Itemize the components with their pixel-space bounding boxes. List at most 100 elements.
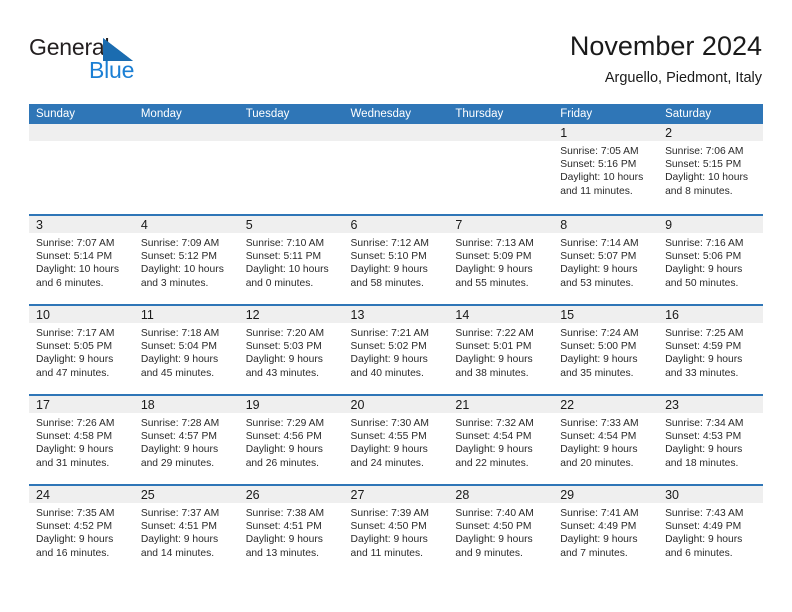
day-cell-15[interactable]: 15 Sunrise: 7:24 AM Sunset: 5:00 PM Dayligh…: [553, 306, 659, 394]
day-cell-25[interactable]: 25 Sunrise: 7:37 AM Sunset: 4:51 PM Dayligh…: [133, 486, 239, 574]
day-info-line: Daylight: 9 hours: [245, 534, 323, 546]
day-number: 30: [665, 488, 679, 502]
day-cell-14[interactable]: 14 Sunrise: 7:22 AM Sunset: 5:01 PM Dayligh…: [448, 306, 554, 394]
calendar-week-row: 10 Sunrise: 7:17 AM Sunset: 5:05 PM Dayligh…: [29, 304, 763, 394]
day-cell-empty: [133, 124, 239, 212]
day-info-line: Daylight: 9 hours: [560, 444, 638, 456]
day-info-line: Sunrise: 7:10 AM: [245, 238, 325, 249]
day-info-line: Sunrise: 7:28 AM: [140, 418, 220, 429]
day-info-line: Daylight: 10 hours: [560, 172, 644, 184]
day-info-line: and 55 minutes.: [455, 277, 529, 289]
day-info-line: Daylight: 9 hours: [560, 264, 638, 276]
day-cell-12[interactable]: 12 Sunrise: 7:20 AM Sunset: 5:03 PM Dayligh…: [238, 306, 344, 394]
day-number-strip: 19: [238, 396, 344, 413]
day-info-line: Daylight: 9 hours: [560, 354, 638, 366]
day-info-line: Sunset: 4:55 PM: [350, 431, 427, 443]
day-number-strip: 14: [448, 306, 554, 323]
day-info-line: Sunrise: 7:24 AM: [560, 328, 639, 339]
day-info-line: and 7 minutes.: [560, 547, 628, 559]
calendar-grid: Sunday Monday Tuesday Wednesday Thursday Frid…: [29, 104, 763, 574]
day-info-line: and 50 minutes.: [665, 277, 739, 289]
page-subtitle: Arguello, Piedmont, Italy: [604, 70, 762, 86]
day-cell-22[interactable]: 22 Sunrise: 7:33 AM Sunset: 4:54 PM Dayligh…: [553, 396, 659, 484]
day-cell-17[interactable]: 17 Sunrise: 7:26 AM Sunset: 4:58 PM Dayligh…: [29, 396, 134, 484]
day-cell-28[interactable]: 28 Sunrise: 7:40 AM Sunset: 4:50 PM Dayligh…: [448, 486, 554, 574]
day-cell-13[interactable]: 13 Sunrise: 7:21 AM Sunset: 5:02 PM Dayligh…: [343, 306, 449, 394]
day-info-line: Sunset: 5:02 PM: [350, 341, 427, 353]
day-info-line: and 43 minutes.: [245, 367, 319, 379]
day-cell-4[interactable]: 4 Sunrise: 7:09 AM Sunset: 5:12 PM Daylight…: [133, 216, 239, 304]
day-info-line: Sunrise: 7:29 AM: [245, 418, 325, 429]
day-cell-body: Sunrise: 7:43 AM Sunset: 4:49 PM Daylight:…: [658, 503, 763, 560]
day-info-line: and 13 minutes.: [245, 547, 319, 559]
day-info-line: Sunrise: 7:32 AM: [455, 418, 534, 429]
day-number: 10: [36, 308, 50, 322]
day-info-line: and 9 minutes.: [455, 547, 523, 559]
day-number-strip: 4: [133, 216, 239, 233]
day-info-line: Daylight: 9 hours: [455, 264, 533, 276]
day-info-line: Daylight: 10 hours: [665, 172, 749, 184]
day-info-line: Daylight: 9 hours: [455, 354, 533, 366]
day-cell-body: Sunrise: 7:30 AM Sunset: 4:55 PM Daylight:…: [344, 413, 449, 470]
day-cell-empty: [238, 124, 344, 212]
day-number: 5: [245, 218, 253, 232]
day-cell-body: Sunrise: 7:32 AM Sunset: 4:54 PM Daylight:…: [448, 413, 553, 470]
day-cell-7[interactable]: 7 Sunrise: 7:13 AM Sunset: 5:09 PM Daylight…: [448, 216, 554, 304]
day-cell-26[interactable]: 26 Sunrise: 7:38 AM Sunset: 4:51 PM Dayligh…: [238, 486, 344, 574]
day-cell-20[interactable]: 20 Sunrise: 7:30 AM Sunset: 4:55 PM Dayligh…: [343, 396, 449, 484]
day-cell-8[interactable]: 8 Sunrise: 7:14 AM Sunset: 5:07 PM Daylight…: [553, 216, 659, 304]
day-number: 3: [36, 218, 43, 232]
day-cell-empty: [29, 124, 134, 212]
brand-logo[interactable]: General Blue: [29, 34, 169, 84]
day-cell-19[interactable]: 19 Sunrise: 7:29 AM Sunset: 4:56 PM Dayligh…: [238, 396, 344, 484]
day-info-line: Sunrise: 7:16 AM: [665, 238, 744, 249]
day-info-line: and 29 minutes.: [140, 457, 215, 469]
day-cell-1[interactable]: 1 Sunrise: 7:05 AM Sunset: 5:16 PM Daylight…: [553, 124, 659, 212]
day-cell-24[interactable]: 24 Sunrise: 7:35 AM Sunset: 4:52 PM Dayligh…: [29, 486, 134, 574]
day-cell-10[interactable]: 10 Sunrise: 7:17 AM Sunset: 5:05 PM Dayligh…: [29, 306, 134, 394]
day-info-line: Daylight: 9 hours: [245, 354, 323, 366]
day-cell-11[interactable]: 11 Sunrise: 7:18 AM Sunset: 5:04 PM Dayligh…: [133, 306, 239, 394]
day-number-strip: 2: [658, 124, 763, 141]
day-info-line: Sunset: 5:10 PM: [350, 251, 427, 263]
day-number: 24: [36, 488, 50, 502]
day-info-line: Sunrise: 7:18 AM: [140, 328, 220, 339]
day-cell-30[interactable]: 30 Sunrise: 7:43 AM Sunset: 4:49 PM Dayligh…: [658, 486, 763, 574]
day-cell-23[interactable]: 23 Sunrise: 7:34 AM Sunset: 4:53 PM Dayligh…: [658, 396, 763, 484]
calendar-week-row: 24 Sunrise: 7:35 AM Sunset: 4:52 PM Dayligh…: [29, 484, 763, 574]
day-number-strip: 28: [448, 486, 554, 503]
day-cell-body: Sunrise: 7:14 AM Sunset: 5:07 PM Daylight:…: [553, 233, 658, 290]
day-cell-body: Sunrise: 7:06 AM Sunset: 5:15 PM Daylight:…: [658, 141, 763, 198]
day-info-line: Daylight: 9 hours: [350, 264, 428, 276]
day-cell-18[interactable]: 18 Sunrise: 7:28 AM Sunset: 4:57 PM Dayligh…: [133, 396, 239, 484]
day-cell-9[interactable]: 9 Sunrise: 7:16 AM Sunset: 5:06 PM Daylight…: [658, 216, 763, 304]
day-info-line: Sunset: 4:54 PM: [455, 431, 532, 443]
day-info-line: Daylight: 9 hours: [560, 534, 638, 546]
day-cell-3[interactable]: 3 Sunrise: 7:07 AM Sunset: 5:14 PM Daylight…: [29, 216, 134, 304]
day-cell-body: Sunrise: 7:07 AM Sunset: 5:14 PM Daylight:…: [29, 233, 134, 290]
day-info-line: Sunset: 5:04 PM: [140, 341, 217, 353]
day-info-line: and 18 minutes.: [665, 457, 739, 469]
day-cell-body: Sunrise: 7:40 AM Sunset: 4:50 PM Daylight:…: [448, 503, 553, 560]
day-number-strip: 20: [343, 396, 449, 413]
day-cell-body: Sunrise: 7:41 AM Sunset: 4:49 PM Daylight:…: [553, 503, 658, 560]
day-number: 27: [350, 488, 365, 502]
day-info-line: Sunrise: 7:41 AM: [560, 508, 639, 519]
day-info-line: Sunrise: 7:43 AM: [665, 508, 744, 519]
day-cell-29[interactable]: 29 Sunrise: 7:41 AM Sunset: 4:49 PM Dayligh…: [553, 486, 659, 574]
day-cell-27[interactable]: 27 Sunrise: 7:39 AM Sunset: 4:50 PM Dayligh…: [343, 486, 449, 574]
day-number-strip: 30: [658, 486, 763, 503]
day-cell-body: [448, 141, 553, 145]
day-number: 14: [455, 308, 470, 322]
day-cell-21[interactable]: 21 Sunrise: 7:32 AM Sunset: 4:54 PM Dayligh…: [448, 396, 554, 484]
day-info-line: Sunset: 5:11 PM: [245, 251, 322, 263]
day-cell-body: Sunrise: 7:33 AM Sunset: 4:54 PM Daylight:…: [553, 413, 658, 470]
day-cell-body: Sunrise: 7:05 AM Sunset: 5:16 PM Daylight:…: [553, 141, 658, 198]
day-number-strip: 26: [238, 486, 344, 503]
day-cell-6[interactable]: 6 Sunrise: 7:12 AM Sunset: 5:10 PM Daylight…: [343, 216, 449, 304]
day-cell-2[interactable]: 2 Sunrise: 7:06 AM Sunset: 5:15 PM Daylight…: [658, 124, 763, 212]
day-cell-5[interactable]: 5 Sunrise: 7:10 AM Sunset: 5:11 PM Daylight…: [238, 216, 344, 304]
day-info-line: Sunrise: 7:40 AM: [455, 508, 534, 519]
day-info-line: Daylight: 10 hours: [140, 264, 224, 276]
day-cell-16[interactable]: 16 Sunrise: 7:25 AM Sunset: 4:59 PM Dayligh…: [658, 306, 763, 394]
